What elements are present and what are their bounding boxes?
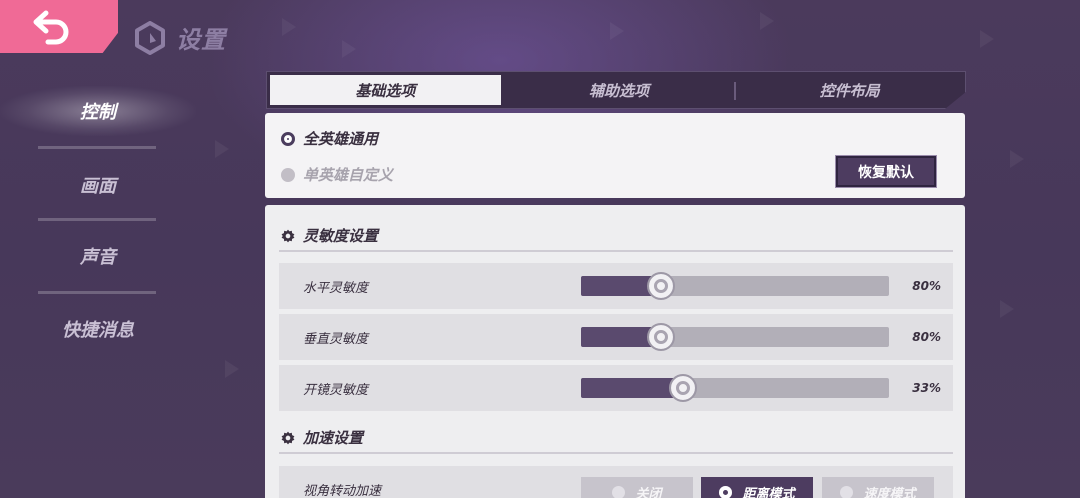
- radio-selected-icon: [281, 131, 295, 146]
- slider-fill: [581, 378, 683, 398]
- tab-separator: [734, 82, 737, 100]
- vertical-sensitivity-slider[interactable]: [581, 323, 889, 351]
- option-label: 速度模式: [863, 486, 916, 498]
- section-title: 加速设置: [303, 429, 364, 447]
- section-divider: [279, 452, 953, 454]
- setting-value: 80%: [912, 330, 941, 344]
- page-header: 设置: [134, 20, 226, 55]
- nav-item-quick-message[interactable]: 快捷消息: [0, 304, 196, 354]
- tab-assist-options[interactable]: 辅助选项: [504, 72, 735, 108]
- option-off[interactable]: 关闭: [581, 477, 693, 498]
- back-arrow-icon: [33, 10, 69, 44]
- radio-unselected-icon: [281, 167, 295, 182]
- nav-item-sound[interactable]: 声音: [0, 231, 196, 281]
- section-title: 灵敏度设置: [303, 227, 379, 245]
- nav-divider: [38, 218, 156, 221]
- option-radio-icon: [840, 485, 854, 498]
- nav-item-label: 控制: [80, 102, 116, 123]
- setting-value: 33%: [912, 381, 941, 395]
- horizontal-sensitivity-slider[interactable]: [581, 272, 889, 300]
- decor-triangle: [760, 12, 774, 30]
- setting-label: 水平灵敏度: [303, 280, 369, 296]
- setting-row-scope-sensitivity: 开镜灵敏度 33%: [279, 365, 953, 411]
- gear-icon: [281, 431, 295, 444]
- tab-label: 控件布局: [819, 81, 880, 100]
- radio-label: 单英雄自定义: [303, 166, 394, 184]
- slider-handle[interactable]: [647, 272, 676, 300]
- decor-triangle: [1000, 300, 1014, 318]
- decor-triangle: [610, 22, 624, 40]
- option-label: 关闭: [635, 486, 662, 498]
- decor-triangle: [1010, 150, 1024, 168]
- setting-value: 80%: [912, 279, 941, 293]
- mode-panel: 全英雄通用 单英雄自定义 恢复默认: [265, 113, 965, 198]
- decor-triangle: [225, 360, 239, 378]
- setting-label: 开镜灵敏度: [303, 382, 369, 398]
- section-sensitivity-header: 灵敏度设置: [281, 225, 378, 246]
- option-speed-mode[interactable]: 速度模式: [822, 477, 934, 498]
- option-label: 距离模式: [742, 486, 795, 498]
- nav-item-label: 快捷消息: [62, 320, 134, 341]
- option-distance-mode[interactable]: 距离模式: [701, 477, 813, 498]
- reset-default-button[interactable]: 恢复默认: [836, 156, 936, 187]
- setting-label: 视角转动加速: [303, 483, 382, 498]
- slider-handle[interactable]: [668, 374, 697, 402]
- nav-item-label: 画面: [80, 176, 116, 197]
- reset-default-label: 恢复默认: [858, 164, 914, 181]
- radio-all-heroes[interactable]: 全英雄通用: [281, 128, 378, 149]
- slider-handle[interactable]: [647, 323, 676, 351]
- tab-bar: 基础选项 辅助选项 控件布局: [266, 71, 966, 109]
- nav-divider: [38, 291, 156, 294]
- scope-sensitivity-slider[interactable]: [581, 374, 889, 402]
- page-title: 设置: [176, 26, 226, 54]
- settings-panel: 灵敏度设置 水平灵敏度 80% 垂直灵敏度 80% 开镜灵敏度 33% 加速设置…: [265, 205, 965, 498]
- nav-divider: [38, 146, 156, 149]
- setting-label: 垂直灵敏度: [303, 331, 369, 347]
- section-acceleration-header: 加速设置: [281, 427, 363, 448]
- decor-triangle: [282, 18, 296, 36]
- gear-icon: [281, 229, 295, 242]
- section-divider: [279, 250, 953, 252]
- decor-triangle: [215, 140, 229, 158]
- nav-item-label: 声音: [80, 247, 116, 268]
- tab-label: 基础选项: [355, 81, 416, 100]
- setting-row-camera-acceleration: 视角转动加速 关闭 距离模式 速度模式: [279, 466, 953, 498]
- decor-triangle: [342, 40, 356, 58]
- setting-row-horizontal-sensitivity: 水平灵敏度 80%: [279, 263, 953, 309]
- nav-item-control[interactable]: 控制: [0, 86, 196, 136]
- decor-triangle: [980, 30, 994, 48]
- option-radio-icon: [612, 485, 626, 498]
- tab-label: 辅助选项: [589, 81, 650, 100]
- hexagon-logo-icon: [135, 20, 165, 55]
- tab-basic-options[interactable]: 基础选项: [270, 75, 501, 105]
- back-button[interactable]: [0, 0, 118, 53]
- nav-item-display[interactable]: 画面: [0, 160, 196, 210]
- tab-control-layout[interactable]: 控件布局: [734, 72, 965, 108]
- option-radio-icon: [719, 485, 733, 498]
- setting-row-vertical-sensitivity: 垂直灵敏度 80%: [279, 314, 953, 360]
- radio-label: 全英雄通用: [303, 130, 379, 148]
- radio-single-hero[interactable]: 单英雄自定义: [281, 164, 393, 185]
